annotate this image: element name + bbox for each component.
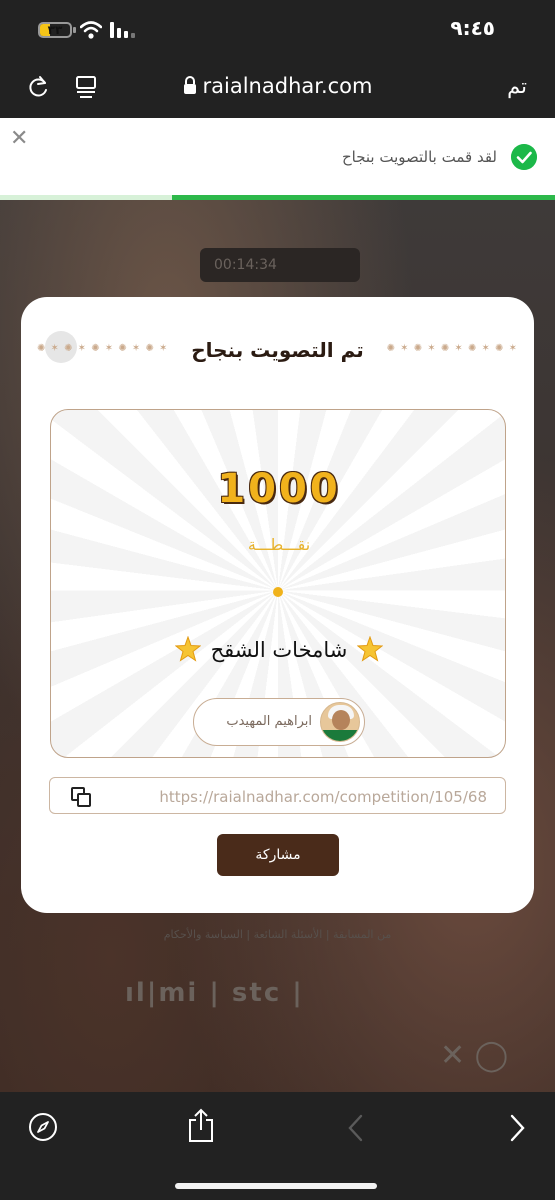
points-value: 1000 bbox=[217, 466, 341, 512]
star-icon bbox=[174, 636, 201, 662]
points-unit: نقـــطـــة bbox=[247, 535, 311, 554]
background-social-icons: ✕ ◯ bbox=[440, 1038, 509, 1073]
copy-icon[interactable] bbox=[70, 786, 92, 808]
share-url-field[interactable]: https://raialnadhar.com/competition/105/… bbox=[49, 777, 506, 814]
avatar-face bbox=[332, 710, 350, 730]
signal-icon bbox=[110, 22, 135, 38]
background-footer-links: من المسابقة | الأسئلة الشائعة | السياسة … bbox=[163, 928, 392, 941]
toast-message: لقد قمت بالتصويت بنجاح bbox=[341, 148, 497, 166]
url-domain: raialnadhar.com bbox=[202, 74, 373, 98]
avatar bbox=[320, 702, 360, 742]
share-icon[interactable] bbox=[186, 1108, 216, 1144]
background-sponsor-logos: ıl|mi | stc | bbox=[125, 978, 304, 1008]
home-indicator bbox=[175, 1183, 377, 1189]
vote-success-modal: ✺ ✶ ✺ ✶ ✺ ✶ ✺ ✶ ✺ ✶ ✺ ✶ ✺ ✶ ✺ ✶ ✺ ✶ ✺ ✶ … bbox=[21, 297, 534, 913]
wifi-icon bbox=[80, 21, 102, 39]
points-dot bbox=[273, 587, 283, 597]
battery-level: ٣٣ bbox=[47, 23, 63, 37]
voter-pill: ابراهيم المهيدب bbox=[193, 698, 365, 746]
status-time: ٩:٤٥ bbox=[450, 16, 495, 40]
success-toast: ✕ لقد قمت بالتصويت بنجاح bbox=[0, 118, 555, 200]
compass-icon[interactable] bbox=[28, 1112, 58, 1142]
done-button[interactable]: تم bbox=[507, 74, 527, 98]
status-bar: ٣٣ ٩:٤٥ bbox=[0, 0, 555, 60]
lock-icon bbox=[183, 76, 196, 94]
share-url-text: https://raialnadhar.com/competition/105/… bbox=[159, 788, 487, 806]
share-button[interactable]: مشاركة bbox=[217, 834, 339, 876]
background-timer: 00:14:34 bbox=[200, 248, 360, 282]
url-field[interactable]: raialnadhar.com bbox=[0, 74, 555, 98]
voter-name: ابراهيم المهيدب bbox=[226, 714, 312, 729]
avatar-flag-badge bbox=[321, 730, 359, 741]
toast-close-icon[interactable]: ✕ bbox=[10, 126, 28, 151]
team-row: شامخات الشقح bbox=[51, 636, 505, 662]
battery-icon: ٣٣ bbox=[38, 22, 72, 38]
team-name: شامخات الشقح bbox=[210, 638, 348, 662]
points-card: 1000 نقـــطـــة شامخات الشقح ابراهيم الم… bbox=[50, 409, 506, 758]
browser-url-bar: raialnadhar.com تم bbox=[0, 60, 555, 118]
battery-nub bbox=[73, 27, 76, 33]
forward-chevron-icon[interactable] bbox=[508, 1114, 526, 1142]
modal-title: تم التصويت بنجاح bbox=[191, 338, 364, 362]
star-icon bbox=[357, 636, 384, 662]
back-chevron-icon[interactable] bbox=[347, 1114, 365, 1142]
check-circle-icon bbox=[511, 144, 537, 170]
